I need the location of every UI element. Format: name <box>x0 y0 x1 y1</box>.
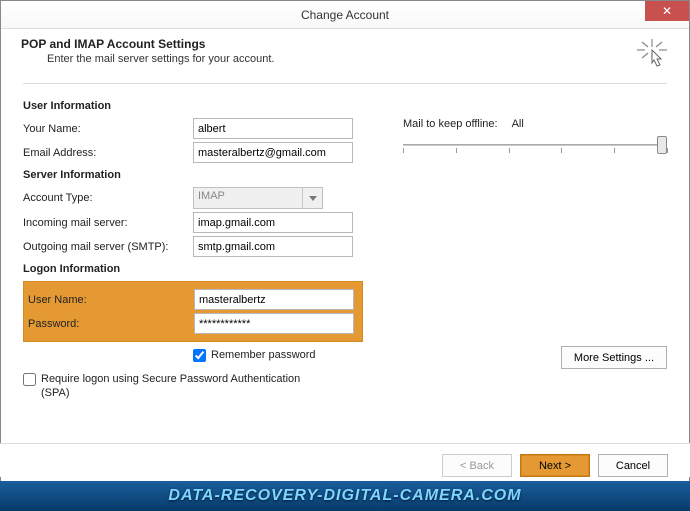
slider-line <box>403 144 667 146</box>
window-title: Change Account <box>301 8 389 22</box>
slider-thumb[interactable] <box>657 136 667 154</box>
close-button[interactable]: ✕ <box>645 1 689 21</box>
spa-row: Require logon using Secure Password Auth… <box>23 372 363 400</box>
section-logon-info: Logon Information <box>23 263 363 275</box>
right-column: Mail to keep offline: All More Settings … <box>403 94 667 402</box>
section-server-info: Server Information <box>23 169 363 181</box>
dialog-header: POP and IMAP Account Settings Enter the … <box>1 29 689 77</box>
offline-value: All <box>512 118 524 130</box>
account-type-select[interactable]: IMAP <box>193 187 323 209</box>
cancel-button[interactable]: Cancel <box>598 454 668 477</box>
remember-password-checkbox[interactable] <box>193 349 206 362</box>
header-subtitle: Enter the mail server settings for your … <box>47 53 669 65</box>
field-account-type: Account Type: IMAP <box>23 187 363 209</box>
email-input[interactable] <box>193 142 353 163</box>
password-label: Password: <box>28 318 194 330</box>
divider <box>23 83 667 84</box>
user-name-input[interactable] <box>194 289 354 310</box>
logon-highlight-box: User Name: Password: <box>23 281 363 342</box>
account-type-value: IMAP <box>194 188 302 208</box>
cursor-icon <box>637 39 667 74</box>
spa-label: Require logon using Secure Password Auth… <box>41 372 331 400</box>
spa-checkbox[interactable] <box>23 373 36 386</box>
email-label: Email Address: <box>23 147 193 159</box>
your-name-label: Your Name: <box>23 123 193 135</box>
watermark-banner: DATA-RECOVERY-DIGITAL-CAMERA.COM <box>0 481 690 511</box>
remember-password-label: Remember password <box>211 348 316 362</box>
outgoing-input[interactable] <box>193 236 353 257</box>
incoming-input[interactable] <box>193 212 353 233</box>
chevron-down-icon <box>302 188 322 208</box>
remember-password-row: Remember password <box>193 348 363 362</box>
field-your-name: Your Name: <box>23 118 363 139</box>
back-button: < Back <box>442 454 512 477</box>
field-user-name: User Name: <box>24 289 362 310</box>
outgoing-label: Outgoing mail server (SMTP): <box>23 241 193 253</box>
close-icon: ✕ <box>662 4 672 18</box>
incoming-label: Incoming mail server: <box>23 217 193 229</box>
field-email: Email Address: <box>23 142 363 163</box>
titlebar: Change Account ✕ <box>1 1 689 29</box>
dialog-footer: < Back Next > Cancel <box>0 443 690 477</box>
offline-row: Mail to keep offline: All <box>403 118 667 130</box>
header-title: POP and IMAP Account Settings <box>21 37 669 51</box>
field-password: Password: <box>24 313 362 334</box>
your-name-input[interactable] <box>193 118 353 139</box>
password-input[interactable] <box>194 313 354 334</box>
offline-label: Mail to keep offline: <box>403 118 498 130</box>
section-user-info: User Information <box>23 100 363 112</box>
account-type-label: Account Type: <box>23 192 193 204</box>
more-settings-button[interactable]: More Settings ... <box>561 346 667 369</box>
left-column: User Information Your Name: Email Addres… <box>23 94 363 402</box>
field-outgoing: Outgoing mail server (SMTP): <box>23 236 363 257</box>
offline-slider[interactable] <box>403 136 667 166</box>
field-incoming: Incoming mail server: <box>23 212 363 233</box>
user-name-label: User Name: <box>28 294 194 306</box>
next-button[interactable]: Next > <box>520 454 590 477</box>
